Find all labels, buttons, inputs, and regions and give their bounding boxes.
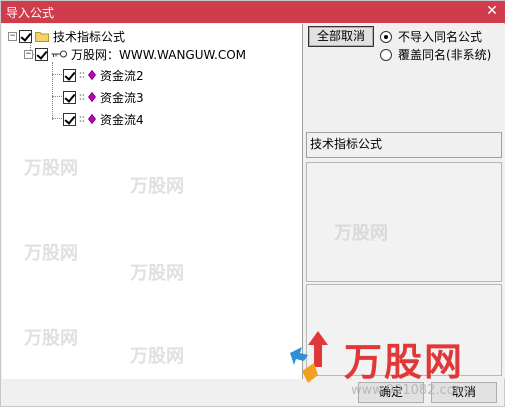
tree-item[interactable]: 资金流3: [63, 89, 144, 105]
category-label: 技术指标公式: [310, 137, 383, 151]
title-bar[interactable]: 导入公式 ✕: [1, 1, 505, 23]
item-checkbox[interactable]: [63, 90, 76, 104]
watermark-mark: 万股网: [24, 158, 78, 179]
radio-button[interactable]: [380, 48, 392, 61]
tree-connector: [52, 62, 53, 120]
tree-connector: [52, 118, 62, 119]
formula-gem-icon: [88, 114, 96, 124]
options-panel: 全部取消 不导入同名公式 覆盖同名(非系统) 技术指标公式 万股网: [304, 24, 505, 379]
deselect-all-button[interactable]: 全部取消: [308, 26, 374, 47]
folder-icon: [35, 31, 49, 42]
collapse-icon[interactable]: −: [8, 31, 17, 41]
tree-item-label: 资金流3: [100, 90, 144, 105]
watermark-mark: 万股网: [24, 243, 78, 264]
item-checkbox[interactable]: [63, 112, 76, 126]
tree-item-label: 资金流4: [100, 112, 144, 127]
watermark-mark: 万股网: [130, 263, 184, 284]
tree-node-label: 万股网：WWW.WANGUW.COM: [71, 47, 246, 62]
formula-type-icon: [79, 94, 85, 100]
tree-item-label: 资金流2: [100, 68, 144, 83]
tree-connector: [52, 74, 62, 75]
formula-gem-icon: [88, 92, 96, 102]
tree-node-source[interactable]: − 万股网：WWW.WANGUW.COM: [24, 46, 246, 62]
watermark-mark: 万股网: [130, 346, 184, 367]
description-box[interactable]: [306, 162, 502, 282]
window-title: 导入公式: [6, 6, 55, 20]
tree-item[interactable]: 资金流4: [63, 111, 144, 127]
ok-button[interactable]: 确定: [358, 382, 424, 403]
tree-item[interactable]: 资金流2: [63, 67, 144, 83]
category-box: 技术指标公式: [306, 132, 502, 158]
formula-tree[interactable]: − 技术指标公式 − 万股网：WWW.WANGUW.COM 资金流2 资金流3 …: [2, 24, 303, 379]
formula-type-icon: [79, 72, 85, 78]
item-checkbox[interactable]: [63, 68, 76, 82]
key-icon: [51, 50, 67, 58]
cancel-button[interactable]: 取消: [431, 382, 497, 403]
formula-type-icon: [79, 116, 85, 122]
tree-connector: [52, 96, 62, 97]
close-icon[interactable]: ✕: [484, 3, 500, 19]
source-checkbox[interactable]: [35, 47, 48, 61]
radio-label: 不导入同名公式: [398, 30, 483, 44]
radio-button[interactable]: [380, 30, 392, 43]
radio-skip-same[interactable]: 不导入同名公式: [380, 28, 482, 45]
collapse-icon[interactable]: −: [24, 49, 33, 59]
watermark-mark: 万股网: [24, 328, 78, 349]
tree-node-root[interactable]: − 技术指标公式: [8, 28, 125, 44]
radio-label: 覆盖同名(非系统): [398, 48, 492, 62]
radio-overwrite[interactable]: 覆盖同名(非系统): [380, 46, 491, 63]
detail-box[interactable]: [306, 284, 502, 376]
formula-gem-icon: [88, 70, 96, 80]
import-formula-dialog: 导入公式 ✕ − 技术指标公式 − 万股网：WWW.WANGUW.COM 资金流…: [0, 0, 505, 407]
watermark-mark: 万股网: [130, 176, 184, 197]
tree-node-label: 技术指标公式: [53, 29, 126, 44]
root-checkbox[interactable]: [19, 29, 32, 43]
